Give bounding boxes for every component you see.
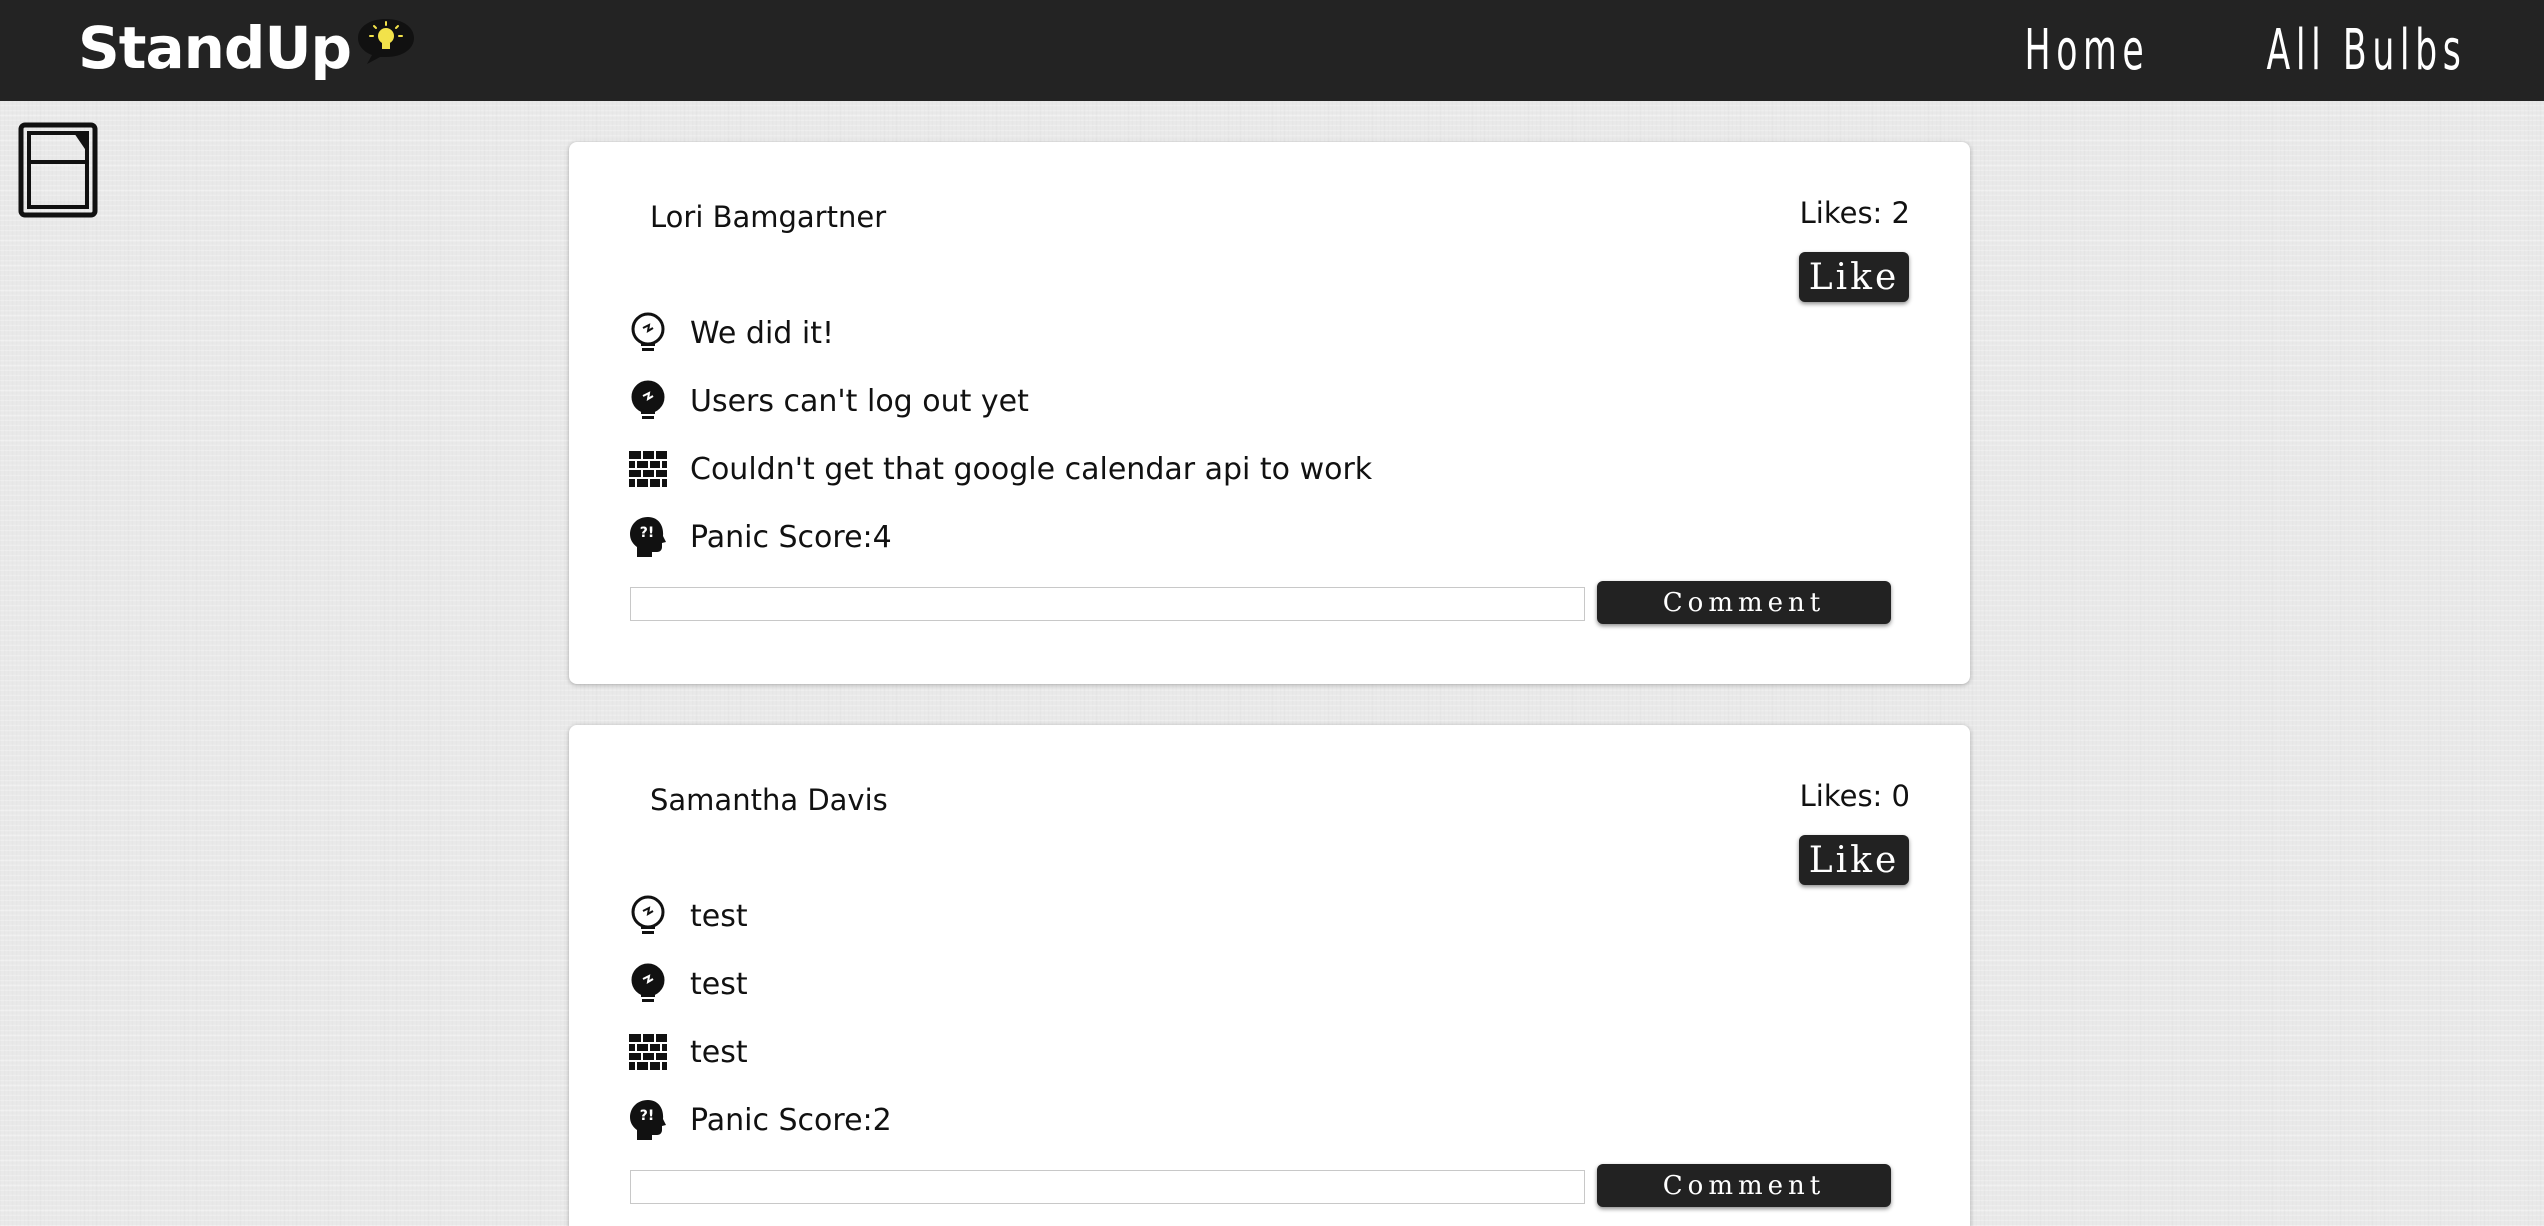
item-text: Panic Score:4 — [690, 519, 892, 555]
comment-input[interactable] — [630, 1170, 1585, 1204]
post-card: Samantha Davis Likes: 0 Like test test t… — [569, 725, 1970, 1226]
svg-text:?!: ?! — [640, 1108, 655, 1124]
top-navbar: StandUp Home All Bulbs — [0, 0, 2544, 101]
brick-wall-icon — [629, 451, 667, 487]
item-text: test — [690, 898, 748, 934]
comment-button[interactable]: Comment — [1597, 581, 1891, 624]
list-item: Couldn't get that google calendar api to… — [628, 435, 1728, 503]
nav-all-bulbs-link[interactable]: All Bulbs — [2266, 18, 2466, 83]
post-author: Samantha Davis — [650, 783, 888, 817]
sidebar-panel-icon[interactable] — [18, 122, 98, 218]
lightbulb-speech-bubble-icon — [358, 19, 415, 64]
list-item: ?! Panic Score:4 — [628, 503, 1728, 571]
brick-wall-icon — [629, 1034, 667, 1070]
item-text: test — [690, 966, 748, 1002]
list-item: test — [628, 882, 1728, 950]
nav-home-link[interactable]: Home — [2025, 18, 2150, 83]
list-item: test — [628, 1018, 1728, 1086]
svg-text:?!: ?! — [640, 525, 655, 541]
brand-name: StandUp — [78, 14, 352, 82]
comment-button[interactable]: Comment — [1597, 1164, 1891, 1207]
item-text: Users can't log out yet — [690, 383, 1029, 419]
post-items: We did it! Users can't log out yet Could… — [628, 299, 1728, 571]
brand-logo[interactable]: StandUp — [78, 8, 417, 88]
post-author: Lori Bamgartner — [650, 200, 887, 234]
panic-head-icon: ?! — [630, 517, 666, 557]
comment-input[interactable] — [630, 587, 1585, 621]
item-text: Couldn't get that google calendar api to… — [690, 451, 1373, 487]
lightbulb-outline-icon — [631, 895, 665, 934]
post-card: Lori Bamgartner Likes: 2 Like We did it!… — [569, 142, 1970, 684]
lightbulb-filled-icon — [631, 380, 665, 419]
likes-count: Likes: 0 — [1799, 779, 1910, 813]
likes-count: Likes: 2 — [1799, 196, 1910, 230]
lightbulb-outline-icon — [631, 312, 665, 351]
item-text: We did it! — [690, 315, 834, 351]
item-text: Panic Score:2 — [690, 1102, 892, 1138]
lightbulb-filled-icon — [631, 963, 665, 1002]
like-button[interactable]: Like — [1799, 835, 1909, 885]
like-button[interactable]: Like — [1799, 252, 1909, 302]
list-item: Users can't log out yet — [628, 367, 1728, 435]
list-item: We did it! — [628, 299, 1728, 367]
list-item: ?! Panic Score:2 — [628, 1086, 1728, 1154]
post-items: test test test ?! Panic Score:2 — [628, 882, 1728, 1154]
nav-links: Home All Bulbs — [1948, 0, 2466, 101]
panic-head-icon: ?! — [630, 1100, 666, 1140]
list-item: test — [628, 950, 1728, 1018]
item-text: test — [690, 1034, 748, 1070]
